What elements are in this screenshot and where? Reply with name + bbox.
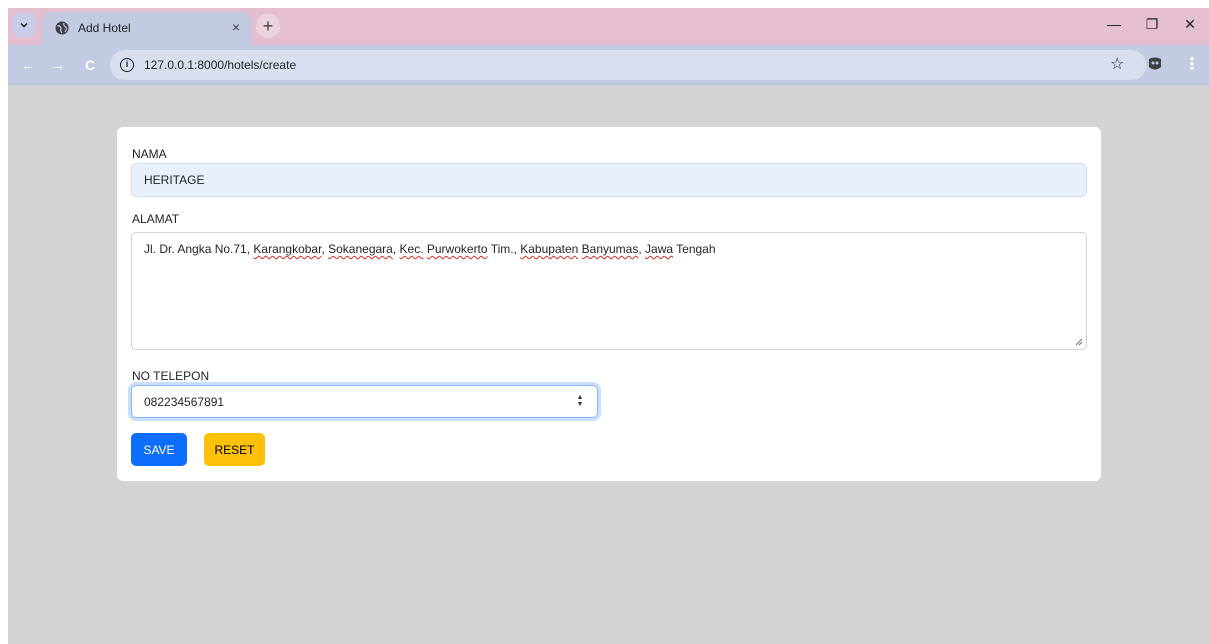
alamat-textarea[interactable]: Jl. Dr. Angka No.71, Karangkobar, Sokane… xyxy=(131,232,1087,350)
info-icon[interactable]: i xyxy=(120,58,134,72)
tab-strip: Add Hotel × + — ❐ ✕ xyxy=(8,8,1209,45)
new-tab-button[interactable]: + xyxy=(256,14,280,38)
browser-toolbar: ← → C i 127.0.0.1:8000/hotels/create ☆ ⋮ xyxy=(8,45,1209,85)
tab-search-icon xyxy=(20,22,28,28)
alamat-text: Tengah xyxy=(673,242,716,256)
nama-label: NAMA xyxy=(132,147,167,161)
nama-value: HERITAGE xyxy=(144,173,205,187)
alamat-text: Sokanegara xyxy=(328,242,393,256)
alamat-text: Karangkobar xyxy=(253,242,322,256)
forward-button[interactable]: → xyxy=(48,55,68,75)
save-button[interactable]: SAVE xyxy=(131,433,187,466)
close-window-button[interactable]: ✕ xyxy=(1171,8,1209,40)
alamat-text: Purwokerto xyxy=(426,242,488,256)
tab-search-button[interactable] xyxy=(12,13,36,37)
resize-grip-icon[interactable] xyxy=(1075,338,1083,346)
reload-button[interactable]: C xyxy=(80,55,100,75)
minimize-button[interactable]: — xyxy=(1095,8,1133,40)
alamat-text: Kec. xyxy=(399,242,424,256)
alamat-text: Jawa xyxy=(645,242,674,256)
browser-window: Add Hotel × + — ❐ ✕ ← → C i 127.0.0.1:80… xyxy=(8,8,1209,644)
alamat-label: ALAMAT xyxy=(132,212,180,226)
alamat-text: Tim., xyxy=(487,242,521,256)
globe-icon xyxy=(55,21,69,35)
telepon-value: 082234567891 xyxy=(144,394,225,409)
star-icon[interactable]: ☆ xyxy=(1110,54,1124,74)
tab-close-button[interactable]: × xyxy=(232,19,240,35)
window-controls: — ❐ ✕ xyxy=(1095,8,1209,40)
alamat-text: Jl. Dr. Angka No.71, xyxy=(144,242,254,256)
tab-add-hotel[interactable]: Add Hotel × xyxy=(42,12,252,45)
url-text[interactable]: 127.0.0.1:8000/hotels/create xyxy=(144,58,296,72)
alamat-text: Banyumas xyxy=(581,242,639,256)
extension-icon[interactable] xyxy=(1146,55,1164,73)
number-spinner-icon[interactable]: ▲ ▼ xyxy=(575,393,585,409)
address-bar[interactable]: i 127.0.0.1:8000/hotels/create xyxy=(110,50,1146,80)
tab-title: Add Hotel xyxy=(78,21,131,35)
reset-button[interactable]: RESET xyxy=(204,433,265,466)
restore-button[interactable]: ❐ xyxy=(1133,8,1171,40)
telepon-label: NO TELEPON xyxy=(132,369,210,383)
alamat-text: , xyxy=(392,242,400,256)
alamat-text: Kabupaten xyxy=(520,242,579,256)
back-button[interactable]: ← xyxy=(18,55,38,75)
add-hotel-form-card: NAMA HERITAGE ALAMAT Jl. Dr. Angka No.71… xyxy=(117,127,1101,481)
nama-input[interactable]: HERITAGE xyxy=(131,163,1087,197)
telepon-input[interactable]: 082234567891 ▲ ▼ xyxy=(131,385,598,418)
menu-icon[interactable]: ⋮ xyxy=(1184,54,1200,74)
